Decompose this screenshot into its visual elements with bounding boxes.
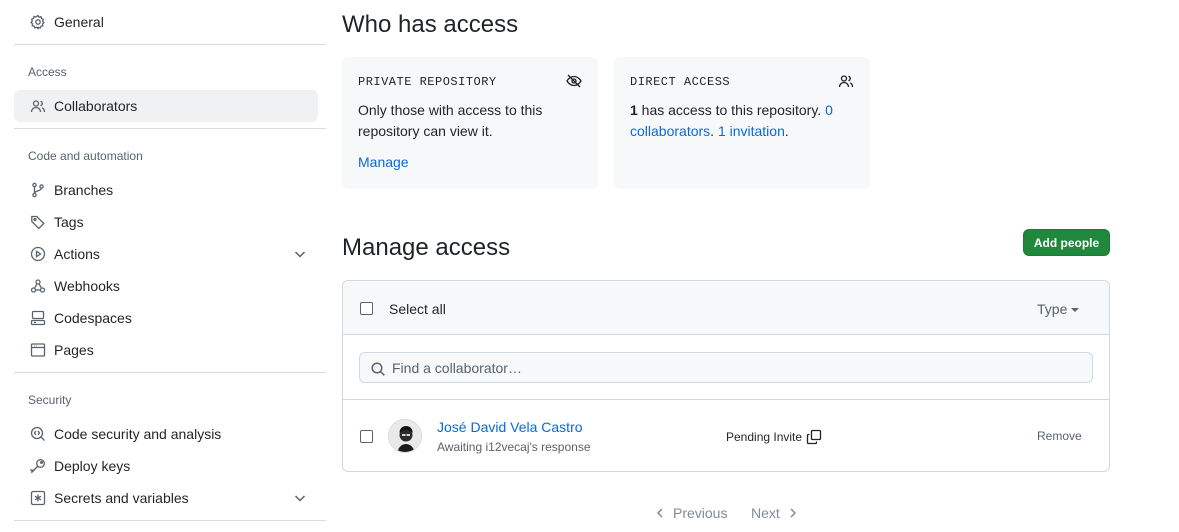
sidebar-item-code-security[interactable]: Code security and analysis bbox=[14, 418, 318, 450]
previous-page-button[interactable]: Previous bbox=[654, 505, 727, 521]
sidebar-item-label: Actions bbox=[54, 246, 100, 262]
access-text: has access to this repository. bbox=[637, 102, 826, 118]
chevron-right-icon bbox=[790, 508, 796, 518]
sidebar-divider bbox=[14, 520, 326, 521]
gear-icon bbox=[30, 14, 46, 30]
sidebar-item-label: Tags bbox=[54, 214, 84, 230]
people-icon bbox=[30, 98, 46, 114]
sidebar-item-label: Branches bbox=[54, 182, 114, 198]
sidebar-item-secrets[interactable]: Secrets and variables bbox=[14, 482, 318, 514]
sidebar-item-label: Pages bbox=[54, 342, 94, 358]
sidebar-item-branches[interactable]: Branches bbox=[14, 174, 318, 206]
add-people-button[interactable]: Add people bbox=[1023, 229, 1110, 256]
search-icon bbox=[370, 361, 386, 377]
search-box bbox=[359, 352, 1093, 383]
next-page-button[interactable]: Next bbox=[751, 505, 799, 521]
separator-text: . bbox=[710, 123, 718, 139]
collaborators-box: Select all Type José David Vela Castro A… bbox=[342, 280, 1110, 472]
sidebar-divider bbox=[14, 128, 326, 129]
sidebar-item-pages[interactable]: Pages bbox=[14, 334, 318, 366]
key-icon bbox=[30, 458, 46, 474]
sidebar-item-collaborators[interactable]: Collaborators bbox=[14, 90, 318, 122]
codespaces-icon bbox=[30, 310, 46, 326]
eye-closed-icon bbox=[566, 73, 582, 89]
card-text: 1 has access to this repository. 0 colla… bbox=[630, 100, 852, 142]
previous-label: Previous bbox=[673, 505, 728, 521]
collaborator-search-input[interactable] bbox=[392, 353, 1082, 382]
member-row: José David Vela Castro Awaiting i12vecaj… bbox=[343, 400, 1109, 471]
invitation-link[interactable]: 1 invitation bbox=[718, 123, 785, 139]
next-label: Next bbox=[751, 505, 780, 521]
manage-access-title: Manage access bbox=[342, 234, 511, 261]
asterisk-icon bbox=[30, 490, 46, 506]
card-kicker: PRIVATE REPOSITORY bbox=[358, 75, 497, 89]
webhook-icon bbox=[30, 278, 46, 294]
avatar[interactable] bbox=[388, 419, 422, 453]
box-header: Select all Type bbox=[343, 281, 1109, 335]
manage-link[interactable]: Manage bbox=[358, 154, 409, 170]
main-content: Who has access PRIVATE REPOSITORY Only t… bbox=[342, 0, 1110, 532]
card-kicker: DIRECT ACCESS bbox=[630, 75, 731, 89]
caret-down-icon bbox=[1071, 308, 1080, 312]
sidebar-item-label: Collaborators bbox=[54, 98, 138, 114]
sidebar-item-deploy-keys[interactable]: Deploy keys bbox=[14, 450, 318, 482]
chevron-down-icon[interactable] bbox=[292, 246, 308, 262]
people-icon bbox=[838, 73, 854, 89]
type-filter-dropdown[interactable]: Type bbox=[1037, 301, 1080, 317]
who-has-access-title: Who has access bbox=[342, 11, 519, 38]
sidebar-item-label: General bbox=[54, 14, 104, 30]
play-icon bbox=[30, 246, 46, 262]
sidebar-item-tags[interactable]: Tags bbox=[14, 206, 318, 238]
card-text: Only those with access to this repositor… bbox=[358, 102, 543, 139]
sidebar-item-label: Webhooks bbox=[54, 278, 120, 294]
remove-button[interactable]: Remove bbox=[1037, 429, 1082, 444]
sidebar-item-codespaces[interactable]: Codespaces bbox=[14, 302, 318, 334]
sidebar-item-label: Code security and analysis bbox=[54, 426, 222, 442]
access-count: 1 bbox=[630, 102, 638, 118]
search-row bbox=[343, 335, 1109, 400]
browser-icon bbox=[30, 342, 46, 358]
copy-icon[interactable] bbox=[806, 429, 822, 445]
chevron-down-icon[interactable] bbox=[292, 490, 308, 506]
select-all-checkbox[interactable] bbox=[360, 302, 373, 315]
sidebar-divider bbox=[14, 372, 326, 373]
sidebar-item-actions[interactable]: Actions bbox=[14, 238, 318, 270]
settings-sidebar: General Access Collaborators Code and au… bbox=[14, 0, 326, 532]
select-all-label: Select all bbox=[389, 301, 446, 317]
chevron-left-icon bbox=[656, 508, 663, 518]
sidebar-item-label: Codespaces bbox=[54, 310, 132, 326]
member-checkbox[interactable] bbox=[360, 430, 373, 443]
end-text: . bbox=[784, 123, 789, 139]
pending-invite-status: Pending Invite bbox=[726, 429, 822, 445]
sidebar-item-general[interactable]: General bbox=[14, 6, 318, 38]
member-name-link[interactable]: José David Vela Castro bbox=[437, 419, 583, 436]
type-filter-label: Type bbox=[1037, 301, 1068, 317]
private-repository-card: PRIVATE REPOSITORY Only those with acces… bbox=[342, 57, 598, 189]
sidebar-item-label: Secrets and variables bbox=[54, 490, 189, 506]
sidebar-group-access: Access bbox=[28, 65, 67, 79]
sidebar-item-label: Deploy keys bbox=[54, 458, 131, 474]
sidebar-group-security: Security bbox=[28, 393, 72, 407]
codescan-icon bbox=[30, 426, 46, 442]
tag-icon bbox=[30, 214, 46, 230]
sidebar-group-code: Code and automation bbox=[28, 149, 143, 163]
git-branch-icon bbox=[30, 182, 46, 198]
member-subtitle: Awaiting i12vecaj's response bbox=[437, 440, 591, 454]
sidebar-divider bbox=[14, 44, 326, 45]
direct-access-card: DIRECT ACCESS 1 has access to this repos… bbox=[614, 57, 870, 189]
sidebar-item-webhooks[interactable]: Webhooks bbox=[14, 270, 318, 302]
pending-invite-label: Pending Invite bbox=[726, 429, 803, 444]
